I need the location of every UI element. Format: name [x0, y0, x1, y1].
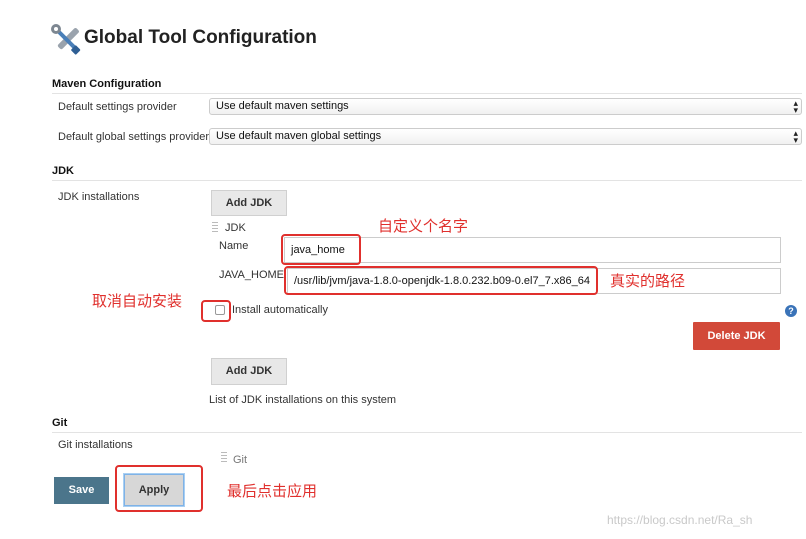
divider	[52, 93, 802, 94]
default-settings-select[interactable]: Use default maven settings ▴ ▾	[209, 98, 802, 115]
jdk-section-title: JDK	[52, 165, 75, 177]
save-button[interactable]: Save	[54, 477, 109, 504]
jdk-name-label: Name	[219, 240, 249, 252]
java-home-label: JAVA_HOME	[219, 269, 284, 281]
default-settings-label: Default settings provider	[58, 101, 177, 113]
default-settings-value: Use default maven settings	[216, 100, 349, 112]
jdk-list-description: List of JDK installations on this system	[209, 394, 397, 406]
add-jdk-button[interactable]: Add JDK	[211, 190, 287, 216]
install-automatically-label: Install automatically	[232, 304, 328, 316]
watermark: https://blog.csdn.net/Ra_sh	[607, 513, 753, 527]
divider	[52, 180, 802, 181]
page-title: Global Tool Configuration	[84, 27, 317, 48]
annotation-real-path: 真实的路径	[610, 272, 686, 290]
install-automatically-checkbox[interactable]	[215, 305, 225, 315]
drag-handle-icon[interactable]	[212, 222, 218, 234]
apply-button[interactable]: Apply	[124, 474, 184, 506]
divider	[52, 432, 802, 433]
git-installations-label: Git installations	[58, 439, 133, 451]
annotation-highlight	[284, 266, 598, 295]
annotation-highlight	[281, 234, 361, 265]
tool-config-icon	[50, 23, 84, 57]
drag-handle-icon[interactable]	[221, 452, 227, 464]
annotation-finally-apply: 最后点击应用	[227, 482, 318, 500]
annotation-cancel-auto-install: 取消自动安装	[92, 292, 183, 310]
jdk-installations-label: JDK installations	[58, 191, 140, 203]
annotation-custom-name: 自定义个名字	[378, 217, 469, 235]
jdk-item-header: JDK	[225, 222, 246, 234]
global-settings-label: Default global settings provider	[58, 131, 210, 143]
maven-section-title: Maven Configuration	[52, 78, 162, 90]
select-arrows-icon: ▴ ▾	[793, 128, 798, 145]
global-settings-select[interactable]: Use default maven global settings ▴ ▾	[209, 128, 802, 145]
delete-jdk-button[interactable]: Delete JDK	[693, 322, 780, 350]
help-icon[interactable]: ?	[785, 305, 797, 317]
global-settings-value: Use default maven global settings	[216, 130, 382, 142]
add-jdk-button[interactable]: Add JDK	[211, 358, 287, 385]
select-arrows-icon: ▴ ▾	[793, 98, 798, 115]
git-item-header: Git	[233, 454, 248, 466]
git-section-title: Git	[52, 417, 68, 429]
